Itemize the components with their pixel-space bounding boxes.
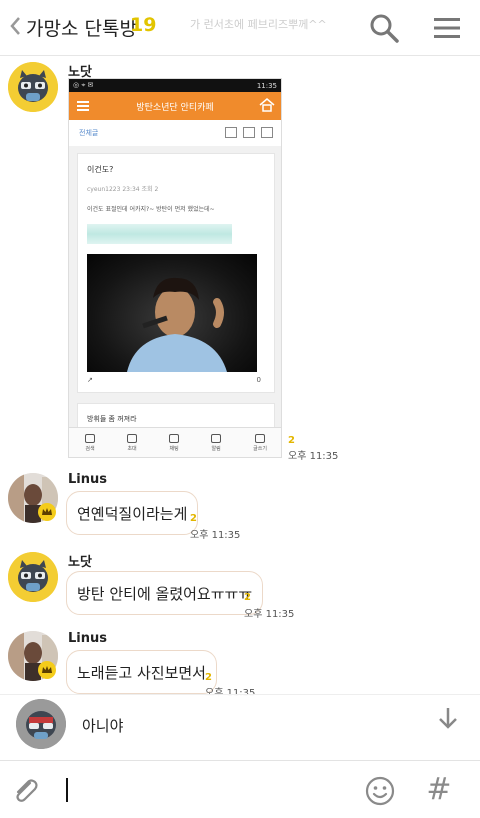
message-time: 오후 11:35: [288, 451, 339, 462]
cat-avatar-icon: [16, 699, 66, 749]
crown-badge-icon: [38, 503, 56, 521]
unread-count: 2: [190, 513, 197, 524]
image-tab: 초대: [127, 433, 138, 452]
message-input[interactable]: [56, 771, 346, 809]
search-icon[interactable]: [368, 12, 400, 44]
text-caret: [66, 778, 68, 802]
avatar[interactable]: [8, 62, 58, 112]
cat-avatar-icon: [8, 552, 58, 602]
preview-avatar: [16, 699, 66, 749]
image-next-post-title: 방휘들 좀 꺼져라: [87, 415, 137, 423]
hashtag-search-icon[interactable]: #: [424, 773, 454, 807]
image-tab: 알림: [211, 433, 222, 452]
image-home-icon: [259, 98, 275, 112]
image-post-body: 이건도 표절인데 어카지?~ 방탄이 먼저 했었는데~: [87, 206, 215, 213]
chat-bubble[interactable]: 방탄 안티에 올렸어요ㅠㅠㅠ: [66, 571, 264, 615]
image-cafe-title: 방탄소년단 안티카페: [136, 102, 214, 113]
sender-name: Linus: [68, 631, 107, 646]
chat-bubble[interactable]: 연옌덕질이라는게: [66, 491, 199, 535]
cat-avatar-icon: [8, 62, 58, 112]
unread-count: 2: [288, 435, 295, 446]
image-status-time: 11:35: [256, 81, 277, 90]
image-comment-count: 0: [256, 376, 261, 384]
image-post-card: 이건도? cyeun1223 23:34 조회 2 이건도 표절인데 어카지?~…: [77, 153, 275, 393]
new-message-preview[interactable]: 아니야: [0, 694, 480, 754]
image-cafe-titlebar: 방탄소년단 안티카페: [69, 92, 281, 120]
emoticon-icon[interactable]: [364, 775, 396, 807]
image-share-icon: ↗: [87, 376, 93, 384]
image-tab: 채팅: [169, 433, 180, 452]
chat-room-title: 가망소 단톡방: [26, 18, 137, 40]
image-tab: 글쓰기: [253, 433, 267, 452]
image-hamburger-icon: [77, 101, 89, 111]
image-post-title: 이건도?: [87, 165, 114, 174]
crown-badge-icon: [38, 661, 56, 679]
shared-image-cafe-screenshot[interactable]: ◎ ⌖ ✉ 11:35 방탄소년단 안티카페 전체글 이건도? cyeun122…: [68, 78, 282, 458]
pinned-notice-ghost: 가 런서초에 페브리즈뿌께^^: [190, 18, 327, 31]
sender-name: 노닷: [68, 555, 92, 570]
image-status-bar: ◎ ⌖ ✉ 11:35: [69, 79, 281, 92]
image-post-stripe: [87, 224, 232, 244]
member-count: 19: [130, 14, 157, 36]
image-tab: 검색: [85, 433, 96, 452]
image-view-toggle-icons: [225, 127, 273, 138]
message-time: 오후 11:35: [244, 609, 295, 620]
preview-message-text: 아니야: [82, 717, 124, 735]
message-time: 오후 11:35: [190, 530, 241, 541]
image-post-footer: ↗ 0: [87, 376, 267, 390]
unread-count: 2: [205, 672, 212, 683]
image-status-left-icons: ◎ ⌖ ✉: [73, 81, 94, 89]
menu-icon[interactable]: [432, 14, 462, 42]
unread-count: 2: [244, 592, 251, 603]
back-chevron-icon[interactable]: [8, 14, 22, 38]
chat-bubble[interactable]: 노래듣고 사진보면서: [66, 650, 217, 694]
image-tab-bar: 검색 초대 채팅 알림 글쓰기: [69, 427, 281, 457]
image-board-label: 전체글: [79, 129, 99, 137]
image-concert-photo: [87, 254, 257, 372]
sender-name: Linus: [68, 472, 107, 487]
message-input-bar: #: [0, 760, 480, 818]
image-board-bar: 전체글: [69, 120, 281, 146]
avatar[interactable]: [8, 552, 58, 602]
attach-clip-icon[interactable]: [10, 775, 40, 805]
chat-header: 가 런서초에 페브리즈뿌께^^ 가망소 단톡방 19: [0, 0, 480, 56]
scroll-down-arrow-icon[interactable]: [436, 705, 460, 731]
image-post-meta: cyeun1223 23:34 조회 2: [87, 186, 159, 193]
